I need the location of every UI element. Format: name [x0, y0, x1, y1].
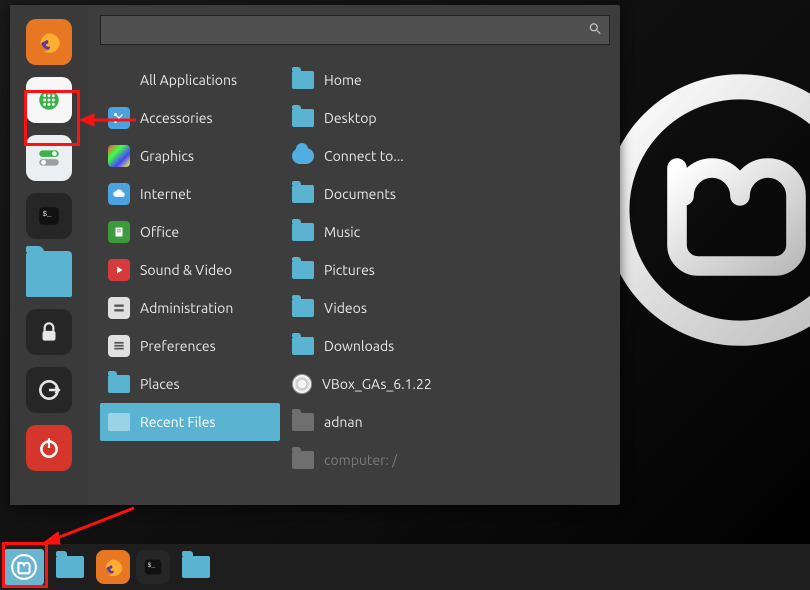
- place-home[interactable]: Home: [284, 61, 610, 99]
- disc-icon: [292, 374, 312, 394]
- prefs-icon: [108, 335, 130, 357]
- folder-icon: [292, 413, 314, 431]
- menu-body: All Applications Accessories Graphics: [88, 5, 620, 505]
- category-label: Accessories: [140, 110, 213, 126]
- search-bar: [100, 15, 610, 45]
- folder-icon: [292, 109, 314, 127]
- category-label: Administration: [140, 300, 233, 316]
- category-label: Office: [140, 224, 179, 240]
- cloud-icon: [292, 148, 314, 164]
- category-label: Graphics: [140, 148, 194, 164]
- taskbar-folder[interactable]: [176, 549, 216, 585]
- place-label: Downloads: [324, 338, 394, 354]
- terminal-icon: $_: [142, 556, 164, 578]
- applications-icon: [36, 87, 62, 113]
- category-places[interactable]: Places: [100, 365, 280, 403]
- folder-icon: [182, 556, 210, 578]
- scissors-icon: [108, 107, 130, 129]
- taskbar-firefox[interactable]: [96, 550, 130, 584]
- category-label: Sound & Video: [140, 262, 232, 278]
- favorite-lock-screen[interactable]: [26, 309, 72, 355]
- start-menu-button[interactable]: [4, 549, 44, 585]
- settings-toggles-icon: [36, 145, 62, 171]
- favorite-firefox[interactable]: [26, 19, 72, 65]
- favorite-terminal[interactable]: $_: [26, 193, 72, 239]
- place-label: Desktop: [324, 110, 377, 126]
- terminal-icon: $_: [36, 203, 62, 229]
- place-vbox-disc[interactable]: VBox_GAs_6.1.22: [284, 365, 610, 403]
- category-preferences[interactable]: Preferences: [100, 327, 280, 365]
- category-administration[interactable]: Administration: [100, 289, 280, 327]
- search-icon: [588, 22, 602, 39]
- place-label: Pictures: [324, 262, 375, 278]
- favorite-power[interactable]: [26, 425, 72, 471]
- logout-icon: [36, 377, 62, 403]
- folder-icon: [292, 223, 314, 241]
- category-all-applications[interactable]: All Applications: [100, 61, 280, 99]
- categories-column: All Applications Accessories Graphics: [100, 53, 280, 495]
- place-label: Videos: [324, 300, 367, 316]
- folder-clock-icon: [108, 413, 130, 431]
- category-internet[interactable]: Internet: [100, 175, 280, 213]
- mint-menu-icon: [10, 553, 38, 581]
- play-icon: [108, 259, 130, 281]
- folder-icon: [292, 71, 314, 89]
- graphics-icon: [108, 145, 130, 167]
- firefox-icon: [36, 29, 62, 55]
- folder-icon: [292, 185, 314, 203]
- folder-icon: [292, 261, 314, 279]
- category-label: Internet: [140, 186, 191, 202]
- place-downloads[interactable]: Downloads: [284, 327, 610, 365]
- place-label: Music: [324, 224, 360, 240]
- category-label: Preferences: [140, 338, 216, 354]
- folder-icon: [56, 556, 84, 578]
- cloud-icon: [108, 183, 130, 205]
- place-label: Connect to...: [324, 148, 404, 164]
- place-music[interactable]: Music: [284, 213, 610, 251]
- place-adnan[interactable]: adnan: [284, 403, 610, 441]
- category-graphics[interactable]: Graphics: [100, 137, 280, 175]
- favorites-column: $_: [10, 5, 88, 505]
- mint-logo-wallpaper: [600, 70, 810, 350]
- folder-icon: [292, 299, 314, 317]
- favorite-applications[interactable]: [26, 77, 72, 123]
- taskbar-file-manager[interactable]: [50, 549, 90, 585]
- category-label: Recent Files: [140, 414, 216, 430]
- svg-text:$_: $_: [43, 211, 53, 219]
- place-label: Documents: [324, 186, 396, 202]
- category-sound-video[interactable]: Sound & Video: [100, 251, 280, 289]
- category-label: Places: [140, 376, 180, 392]
- favorite-file-manager[interactable]: [26, 251, 72, 297]
- category-accessories[interactable]: Accessories: [100, 99, 280, 137]
- places-column: Home Desktop Connect to... Documents Mus…: [280, 53, 610, 495]
- folder-icon: [108, 375, 130, 393]
- category-office[interactable]: Office: [100, 213, 280, 251]
- power-icon: [36, 435, 62, 461]
- category-label: All Applications: [140, 72, 237, 88]
- place-label: VBox_GAs_6.1.22: [322, 376, 432, 392]
- svg-text:$_: $_: [148, 562, 156, 569]
- favorite-logout[interactable]: [26, 367, 72, 413]
- lock-icon: [36, 319, 62, 345]
- firefox-icon: [102, 556, 124, 578]
- admin-icon: [108, 297, 130, 319]
- place-label: Home: [324, 72, 362, 88]
- folder-icon: [292, 337, 314, 355]
- taskbar-terminal[interactable]: $_: [136, 550, 170, 584]
- favorite-settings[interactable]: [26, 135, 72, 181]
- document-icon: [108, 221, 130, 243]
- application-menu: $_ All Applications: [10, 5, 620, 505]
- taskbar: $_: [0, 544, 810, 590]
- search-input[interactable]: [100, 15, 610, 45]
- place-videos[interactable]: Videos: [284, 289, 610, 327]
- place-documents[interactable]: Documents: [284, 175, 610, 213]
- place-desktop[interactable]: Desktop: [284, 99, 610, 137]
- place-label: computer: /: [324, 452, 397, 468]
- place-connect-to[interactable]: Connect to...: [284, 137, 610, 175]
- category-recent-files[interactable]: Recent Files: [100, 403, 280, 441]
- place-computer-root[interactable]: computer: /: [284, 441, 610, 479]
- place-label: adnan: [324, 414, 363, 430]
- folder-icon: [292, 451, 314, 469]
- place-pictures[interactable]: Pictures: [284, 251, 610, 289]
